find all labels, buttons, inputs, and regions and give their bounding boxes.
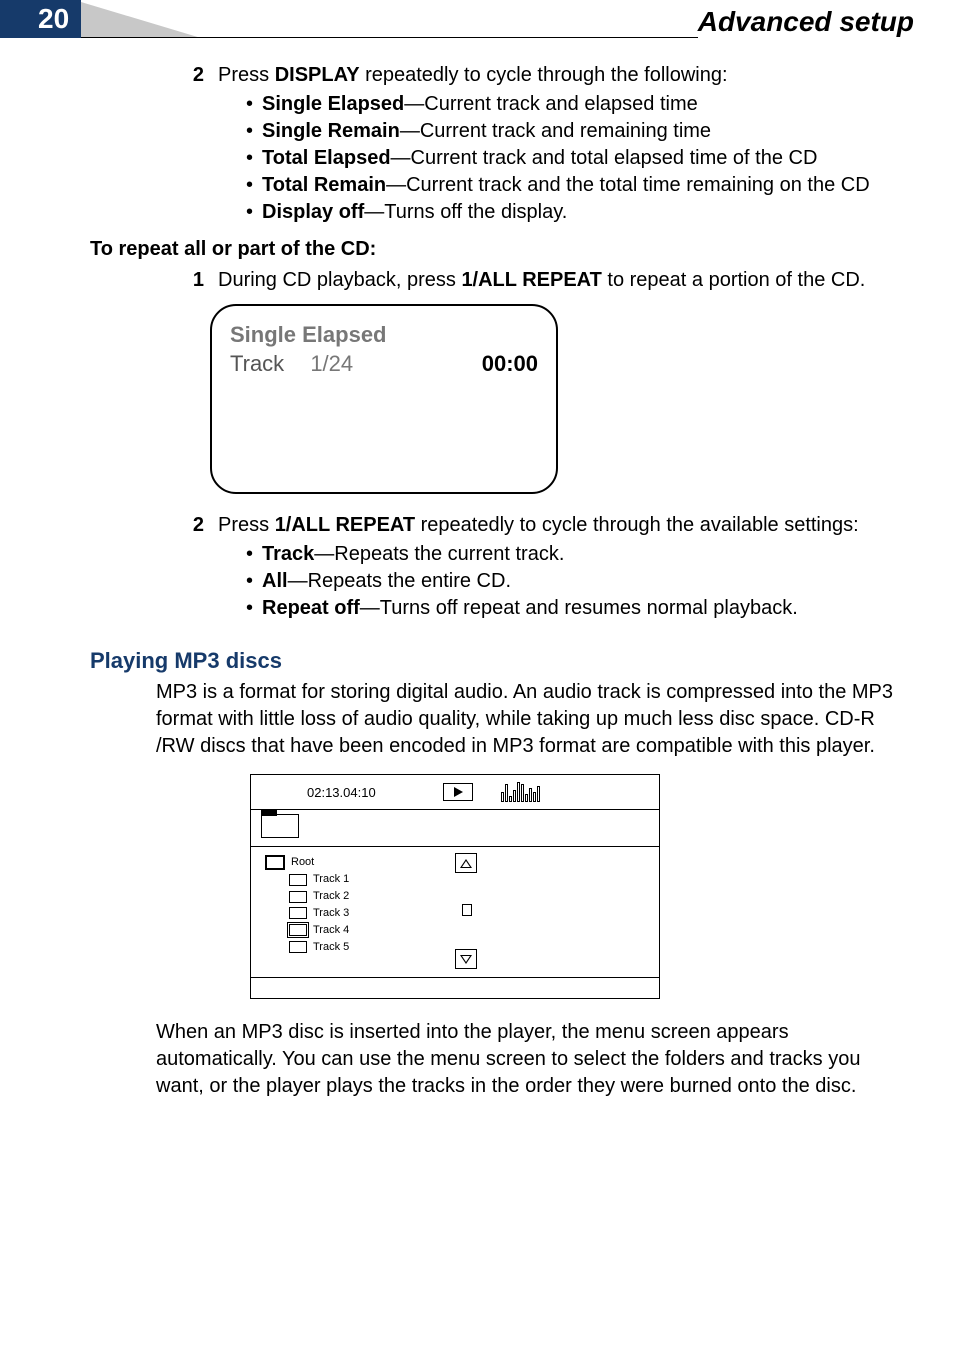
step-text: During CD playback, press: [218, 269, 461, 291]
page-header: 20 Advanced setup: [0, 0, 954, 38]
list-item: Total Remain—Current track and the total…: [246, 172, 894, 199]
osd-track-label: Track: [230, 351, 284, 376]
page-number: 20: [0, 0, 81, 38]
mp3-timestamp: 02:13.04:10: [307, 784, 427, 802]
key-display: DISPLAY: [275, 64, 360, 86]
scroll-down-icon: [455, 949, 477, 969]
tree-label: Track 1: [313, 872, 349, 887]
list-item: Track—Repeats the current track.: [246, 541, 894, 568]
track-icon: [289, 924, 307, 936]
folder-tab-icon: [261, 814, 299, 838]
tree-root: Root: [265, 855, 441, 870]
folder-icon: [265, 855, 285, 870]
osd-screen: Single Elapsed Track 1/24 00:00: [210, 304, 558, 494]
chapter-title: Advanced setup: [698, 6, 954, 38]
display-options-list: Single Elapsed—Current track and elapsed…: [218, 91, 894, 226]
track-icon: [289, 941, 307, 953]
tree-label: Track 2: [313, 889, 349, 904]
header-decoration: [81, 2, 201, 38]
step-text: repeatedly to cycle through the availabl…: [415, 514, 859, 536]
repeat-options-list: Track—Repeats the current track. All—Rep…: [218, 541, 894, 622]
step-repeat-2: 2 Press 1/ALL REPEAT repeatedly to cycle…: [176, 512, 894, 628]
osd-time: 00:00: [482, 349, 538, 379]
header-underline: [81, 37, 698, 38]
list-item: Single Elapsed—Current track and elapsed…: [246, 91, 894, 118]
tree-label: Track 3: [313, 906, 349, 921]
tree-track: Track 2: [265, 889, 441, 904]
mp3-scrollbar: [449, 847, 483, 977]
list-item: Total Elapsed—Current track and total el…: [246, 145, 894, 172]
play-icon: [443, 783, 473, 801]
step-text: to repeat a portion of the CD.: [602, 269, 866, 291]
key-repeat: 1/ALL REPEAT: [275, 514, 415, 536]
step-number: 2: [176, 62, 204, 232]
mp3-para-2: When an MP3 disc is inserted into the pl…: [156, 1019, 894, 1100]
scroll-track: [462, 877, 470, 945]
step-number: 1: [176, 267, 204, 294]
mp3-heading: Playing MP3 discs: [90, 646, 894, 676]
tree-label: Track 5: [313, 940, 349, 955]
track-icon: [289, 874, 307, 886]
list-item: Display off—Turns off the display.: [246, 199, 894, 226]
mp3-tree: Root Track 1 Track 2 Track 3 Track 4 Tra…: [251, 847, 449, 977]
step-repeat-1: 1 During CD playback, press 1/ALL REPEAT…: [176, 267, 894, 294]
step-display: 2 Press DISPLAY repeatedly to cycle thro…: [176, 62, 894, 232]
osd-track-number: 1/24: [310, 351, 353, 376]
equalizer-icon: [501, 782, 540, 802]
track-icon: [289, 891, 307, 903]
mp3-menu-screen: 02:13.04:10: [250, 774, 660, 999]
osd-mode: Single Elapsed: [230, 320, 538, 350]
tree-label: Root: [291, 855, 314, 870]
key-repeat: 1/ALL REPEAT: [461, 269, 601, 291]
repeat-heading: To repeat all or part of the CD:: [90, 236, 894, 263]
list-item: Repeat off—Turns off repeat and resumes …: [246, 595, 894, 622]
step-text: Press: [218, 64, 275, 86]
tree-track: Track 3: [265, 906, 441, 921]
list-item: Single Remain—Current track and remainin…: [246, 118, 894, 145]
tree-track: Track 4: [265, 923, 441, 938]
tree-track: Track 5: [265, 940, 441, 955]
track-icon: [289, 907, 307, 919]
step-number: 2: [176, 512, 204, 628]
step-text: Press: [218, 514, 275, 536]
scroll-thumb: [462, 904, 472, 916]
tree-track: Track 1: [265, 872, 441, 887]
list-item: All—Repeats the entire CD.: [246, 568, 894, 595]
step-text: repeatedly to cycle through the followin…: [360, 64, 728, 86]
scroll-up-icon: [455, 853, 477, 873]
tree-label: Track 4: [313, 923, 349, 938]
mp3-para-1: MP3 is a format for storing digital audi…: [156, 679, 894, 760]
